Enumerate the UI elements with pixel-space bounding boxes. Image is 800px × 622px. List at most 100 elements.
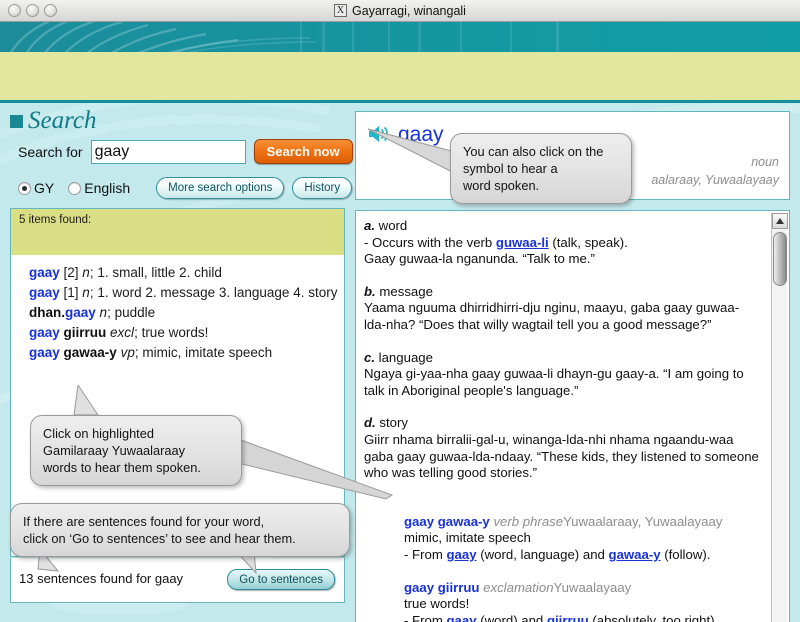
callout-pointer-highlight-right xyxy=(236,433,396,503)
sense-b-example: Yaama nguuma dhirridhirri-dju nginu, maa… xyxy=(364,300,759,333)
result-pos: excl xyxy=(110,325,134,340)
from-post: (absolutely, too right). xyxy=(589,613,719,622)
result-pos: vp xyxy=(121,345,135,360)
from-pre: - From xyxy=(404,547,447,562)
subentry-headword[interactable]: gaay gawaa-y xyxy=(404,514,490,529)
entry-part-of-speech: noun xyxy=(751,155,779,169)
result-pos: n xyxy=(100,305,108,320)
search-input[interactable] xyxy=(91,140,246,164)
sense-b: b. message xyxy=(364,284,759,301)
sense-gloss: word xyxy=(379,218,408,233)
minimize-dot[interactable] xyxy=(26,4,39,17)
subentry-dialects: Yuwaalaraay, Yuwaalayaay xyxy=(563,514,722,529)
inline-link-guwaa-li[interactable]: guwaa-li xyxy=(496,235,549,250)
sense-c-example: Ngaya gi-yaa-nha gaay guwaa-li dhayn-gu … xyxy=(364,366,759,399)
note-post: (talk, speak). xyxy=(549,235,628,250)
result-rest: [2] xyxy=(60,265,83,280)
more-search-options-button[interactable]: More search options xyxy=(156,177,284,199)
page-title: Search xyxy=(28,108,97,134)
subentry-from: - From gaay (word) and giirruu (absolute… xyxy=(404,613,759,622)
sense-c: c. language xyxy=(364,350,759,367)
radio-gy[interactable] xyxy=(18,182,31,195)
result-gloss: ; 1. small, little 2. child xyxy=(90,265,222,280)
callout-line: word spoken. xyxy=(463,177,619,194)
header-banner xyxy=(0,22,800,52)
search-section-header: Search xyxy=(10,108,97,134)
note-pre: - Occurs with the verb xyxy=(364,235,496,250)
entry-definition-text: a. word - Occurs with the verb guwaa-li … xyxy=(364,218,759,622)
result-gloss: ; mimic, imitate speech xyxy=(135,345,272,360)
callout-line: symbol to hear a xyxy=(463,160,619,177)
results-list: gaay [2] n; 1. small, little 2. child ga… xyxy=(11,255,344,363)
subentry-headword[interactable]: gaay giirruu xyxy=(404,580,479,595)
list-item[interactable]: gaay [1] n; 1. word 2. message 3. langua… xyxy=(21,283,344,303)
list-item[interactable]: gaay giirruu excl; true words! xyxy=(21,323,344,343)
list-item[interactable]: gaay [2] n; 1. small, little 2. child xyxy=(21,263,344,283)
search-options-row: GY English More search options History xyxy=(18,177,352,199)
main-body: Search Search for Search now GY English … xyxy=(0,103,800,622)
radio-gy-label: GY xyxy=(34,180,54,196)
subentry-from: - From gaay (word, language) and gawaa-y… xyxy=(404,547,759,564)
close-dot[interactable] xyxy=(8,4,21,17)
search-now-button[interactable]: Search now xyxy=(254,139,353,164)
callout-highlight-tip: Click on highlighted Gamilaraay Yuwaalar… xyxy=(30,415,242,486)
sense-a-note: - Occurs with the verb guwaa-li (talk, s… xyxy=(364,235,759,252)
callout-line: Gamilaraay Yuwaalaraay xyxy=(43,442,229,459)
result-headword-2: gawaa-y xyxy=(60,345,117,360)
search-label: Search for xyxy=(18,144,83,160)
x-icon: X xyxy=(334,4,347,17)
entry-dialects: aalaraay, Yuwaalayaay xyxy=(651,173,779,187)
result-headword[interactable]: gaay xyxy=(29,265,60,280)
sense-label: a. xyxy=(364,218,375,233)
window-title-text: Gayarragi, winangali xyxy=(352,4,466,18)
inline-link-gawaa-y[interactable]: gawaa-y xyxy=(609,547,661,562)
subentry-1: gaay gawaa-y verb phraseYuwaalaraay, Yuw… xyxy=(364,514,759,622)
scrollbar-thumb[interactable] xyxy=(773,232,787,286)
spacer xyxy=(364,498,759,514)
window-title: X Gayarragi, winangali xyxy=(0,4,800,18)
subentry-dialects: Yuwaalayaay xyxy=(554,580,632,595)
callout-sentences-tip: If there are sentences found for your wo… xyxy=(10,503,350,557)
sense-a: a. word xyxy=(364,218,759,235)
callout-line: Click on highlighted xyxy=(43,425,229,442)
result-prefix: dhan. xyxy=(29,305,65,320)
search-row: Search for Search now xyxy=(18,139,353,164)
inline-link-gaay[interactable]: gaay xyxy=(447,547,477,562)
result-headword[interactable]: gaay xyxy=(65,305,96,320)
from-mid: (word) and xyxy=(477,613,547,622)
result-pos: n xyxy=(82,265,90,280)
window-controls[interactable] xyxy=(8,4,57,17)
callout-speaker-tip: You can also click on the symbol to hear… xyxy=(450,133,632,204)
result-gloss: ; 1. word 2. message 3. language 4. stor… xyxy=(90,285,338,300)
sense-d-example: Giirr nhama birralii-gal-u, winanga-lda-… xyxy=(364,432,759,482)
callout-pointer-highlight xyxy=(72,385,102,419)
spacer xyxy=(404,564,759,580)
inline-link-gaay[interactable]: gaay xyxy=(447,613,477,622)
result-gloss: ; puddle xyxy=(107,305,155,320)
inline-link-giirruu[interactable]: giirruu xyxy=(547,613,589,622)
from-post: (follow). xyxy=(661,547,711,562)
sense-label: b. xyxy=(364,284,376,299)
scroll-up-button[interactable] xyxy=(772,213,788,229)
list-item[interactable]: dhan.gaay n; puddle xyxy=(21,303,344,323)
sense-d: d. story xyxy=(364,415,759,432)
result-headword[interactable]: gaay xyxy=(29,285,60,300)
banner-leaf-pattern xyxy=(0,22,800,52)
from-pre: - From xyxy=(404,613,447,622)
zoom-dot[interactable] xyxy=(44,4,57,17)
result-pos: n xyxy=(82,285,90,300)
subentry-pos: exclamation xyxy=(483,580,553,595)
sense-gloss: language xyxy=(379,350,433,365)
callout-line: If there are sentences found for your wo… xyxy=(23,513,337,530)
radio-english[interactable] xyxy=(68,182,81,195)
result-rest: [1] xyxy=(60,285,83,300)
entry-scrollbar[interactable] xyxy=(771,213,787,622)
triangle-up-icon xyxy=(776,218,784,224)
history-button[interactable]: History xyxy=(292,177,352,199)
list-item[interactable]: gaay gawaa-y vp; mimic, imitate speech xyxy=(21,343,344,363)
spacer xyxy=(364,268,759,284)
result-headword[interactable]: gaay xyxy=(29,345,60,360)
sense-label: d. xyxy=(364,415,376,430)
result-headword[interactable]: gaay xyxy=(29,325,60,340)
square-bullet-icon xyxy=(10,115,23,128)
